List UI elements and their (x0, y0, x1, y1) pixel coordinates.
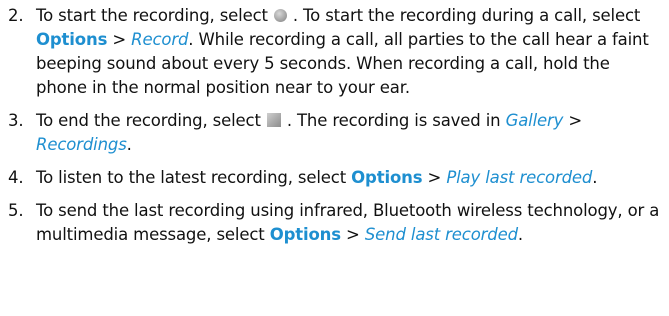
manual-page: 2. To start the recording, select . To st… (0, 0, 669, 316)
menu-separator: > (427, 168, 442, 187)
step-3: 3. To end the recording, select . The rec… (4, 109, 663, 157)
record-icon (273, 9, 287, 22)
options-menu-label: Options (351, 168, 423, 187)
play-last-recorded-menu-item: Play last recorded (446, 168, 593, 187)
step-4: 4. To listen to the latest recording, se… (4, 166, 663, 190)
step-text: . To start the recording during a call, … (292, 6, 641, 25)
step-number: 5. (8, 201, 24, 220)
menu-separator: > (346, 225, 360, 244)
step-text: . (517, 225, 524, 244)
gallery-menu-item: Gallery (505, 111, 564, 130)
options-menu-label: Options (36, 30, 108, 49)
step-number: 2. (8, 6, 24, 25)
step-number: 4. (8, 168, 24, 187)
send-last-recorded-menu-item: Send last recorded (364, 225, 518, 244)
step-text: . The recording is saved in (286, 111, 501, 130)
step-text: . While recording a call, all parties to… (36, 30, 649, 97)
step-2: 2. To start the recording, select . To st… (4, 4, 663, 100)
step-text: . (592, 168, 598, 187)
menu-separator: > (112, 30, 127, 49)
step-text: To end the recording, select (36, 111, 261, 130)
step-text: To listen to the latest recording, selec… (36, 168, 347, 187)
step-text: To start the recording, select (36, 6, 268, 25)
recordings-menu-item: Recordings (36, 135, 127, 154)
step-5: 5. To send the last recording using infr… (4, 199, 663, 247)
step-text: . (126, 135, 132, 154)
recording-steps: 2. To start the recording, select . To st… (4, 4, 663, 247)
menu-separator: > (568, 111, 583, 130)
options-menu-label: Options (269, 225, 341, 244)
step-number: 3. (8, 111, 24, 130)
record-menu-item: Record (131, 30, 189, 49)
stop-icon (266, 113, 281, 127)
